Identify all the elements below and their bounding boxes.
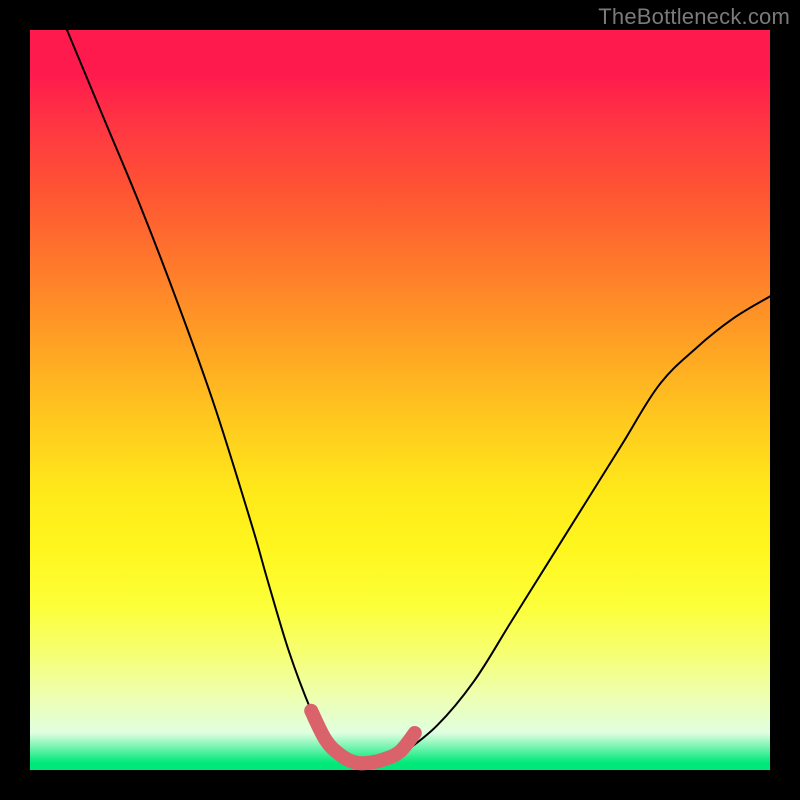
watermark-text: TheBottleneck.com xyxy=(598,4,790,30)
curve-layer xyxy=(30,30,770,770)
optimal-band xyxy=(311,711,415,764)
bottleneck-curve xyxy=(67,30,770,764)
chart-frame: TheBottleneck.com xyxy=(0,0,800,800)
